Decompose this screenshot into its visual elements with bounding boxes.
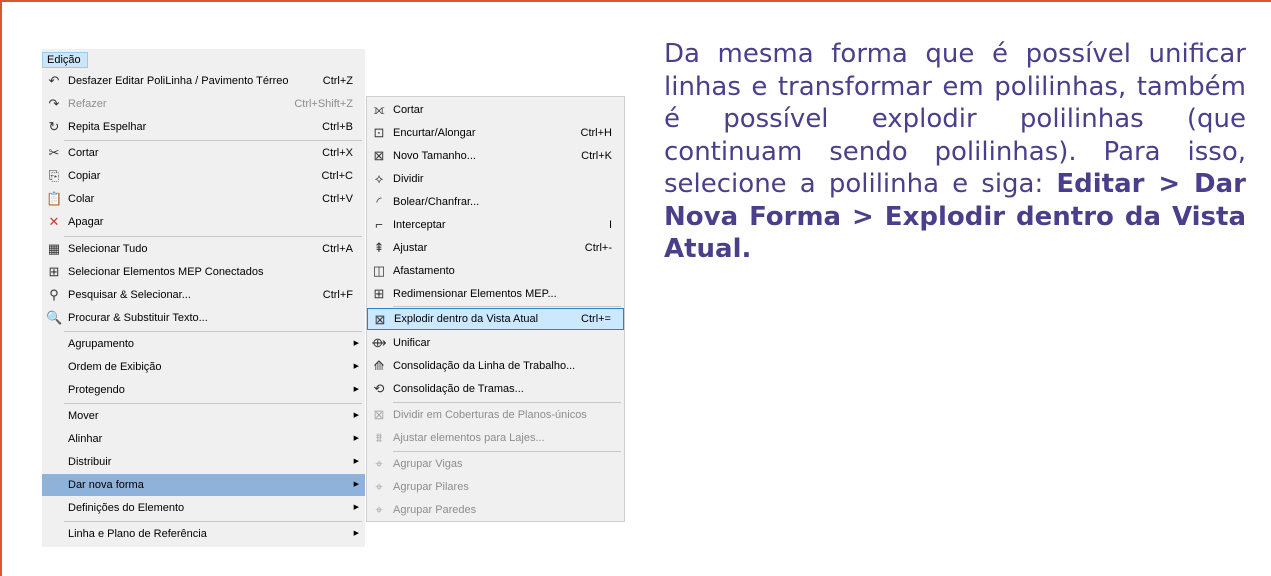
consolidate-fills-icon: ⟲ (373, 381, 385, 396)
submenu-item-explode[interactable]: ⊠ Explodir dentro da Vista Atual Ctrl+= (367, 308, 624, 330)
submenu-item-intersect[interactable]: ⌐ Interceptar I (367, 214, 624, 236)
submenu-item-split-roofs[interactable]: ⊠ Dividir em Coberturas de Planos-únicos (367, 404, 624, 426)
menu-item-cut[interactable]: ✂ Cortar Ctrl+X (42, 142, 365, 164)
submenu-arrow-icon: ▶ (353, 386, 359, 393)
submenu-item-split[interactable]: ⟡ Dividir (367, 168, 624, 190)
clipboard-icon: 📋 (46, 191, 63, 206)
instruction-paragraph: Da mesma forma que é possível unificar l… (664, 38, 1246, 266)
submenu-arrow-icon: ▶ (353, 435, 359, 442)
submenu-item-resize-mep[interactable]: ⊞ Redimensionar Elementos MEP... (367, 283, 624, 305)
submenu-item-consolidate-lines[interactable]: ⟰ Consolidação da Linha de Trabalho... (367, 355, 624, 377)
mep-resize-icon: ⊞ (373, 286, 385, 301)
reshape-submenu: ⟗ Cortar ⊡ Encurtar/Alongar Ctrl+H ⊠ Nov… (366, 96, 625, 522)
menu-item-undo[interactable]: ↶ Desfazer Editar PoliLinha / Pavimento … (42, 70, 365, 92)
submenu-arrow-icon: ▶ (353, 340, 359, 347)
undo-icon: ↶ (48, 73, 60, 88)
resize-icon: ⊠ (373, 148, 385, 163)
separator (64, 521, 362, 522)
submenu-item-merge[interactable]: ⟴ Unificar (367, 332, 624, 354)
submenu-item-group-beams[interactable]: ⌖ Agrupar Vigas (367, 453, 624, 475)
copy-icon: ⎘ (48, 168, 60, 183)
submenu-arrow-icon: ▶ (353, 530, 359, 537)
menu-item-redo[interactable]: ↷ Refazer Ctrl+Shift+Z (42, 93, 365, 115)
split-roofs-icon: ⊠ (373, 407, 385, 422)
repeat-icon: ↻ (48, 119, 60, 134)
columns-icon: ⌖ (375, 479, 383, 494)
redo-icon: ↷ (48, 96, 60, 111)
merge-icon: ⟴ (371, 335, 387, 350)
submenu-item-fillet[interactable]: ◜ Bolear/Chanfrar... (367, 191, 624, 213)
cut-icon: ⟗ (373, 102, 385, 117)
menu-item-distribute[interactable]: Distribuir ▶ (42, 451, 365, 473)
intersect-icon: ⌐ (375, 217, 383, 232)
separator (393, 451, 621, 452)
menu-item-paste[interactable]: 📋 Colar Ctrl+V (42, 188, 365, 210)
separator (64, 331, 362, 332)
submenu-item-consolidate-fills[interactable]: ⟲ Consolidação de Tramas... (367, 378, 624, 400)
menu-item-copy[interactable]: ⎘ Copiar Ctrl+C (42, 165, 365, 187)
menu-item-reference-line[interactable]: Linha e Plano de Referência ▶ (42, 523, 365, 545)
submenu-arrow-icon: ▶ (353, 504, 359, 511)
submenu-arrow-icon: ▶ (353, 412, 359, 419)
adjust-icon: ⇞ (373, 240, 385, 255)
submenu-item-adjust-to-slabs[interactable]: ⩩ Ajustar elementos para Lajes... (367, 427, 624, 449)
select-all-icon: ▦ (47, 241, 61, 256)
submenu-arrow-icon: ▶ (353, 481, 359, 488)
menu-item-grouping[interactable]: Agrupamento ▶ (42, 333, 365, 355)
menu-item-display-order[interactable]: Ordem de Exibição ▶ (42, 356, 365, 378)
menu-item-locking[interactable]: Protegendo ▶ (42, 379, 365, 401)
scissors-icon: ✂ (48, 145, 60, 160)
split-icon: ⟡ (374, 171, 384, 186)
menu-item-find-replace[interactable]: 🔍 Procurar & Substituir Texto... (42, 307, 365, 329)
menu-item-select-all[interactable]: ▦ Selecionar Tudo Ctrl+A (42, 238, 365, 260)
menu-item-align[interactable]: Alinhar ▶ (42, 428, 365, 450)
menu-item-delete[interactable]: ✕ Apagar (42, 211, 365, 233)
fillet-icon: ◜ (376, 194, 382, 209)
separator (64, 236, 362, 237)
submenu-item-adjust[interactable]: ⇞ Ajustar Ctrl+- (367, 237, 624, 259)
submenu-arrow-icon: ▶ (353, 458, 359, 465)
menu-item-element-settings[interactable]: Definições do Elemento ▶ (42, 497, 365, 519)
trim-icon: ⊡ (373, 125, 385, 140)
menu-item-select-mep[interactable]: ⊞ Selecionar Elementos MEP Conectados (42, 261, 365, 283)
find-replace-icon: 🔍 (46, 310, 63, 325)
submenu-item-trim-extend[interactable]: ⊡ Encurtar/Alongar Ctrl+H (367, 122, 624, 144)
menu-item-find-select[interactable]: ⚲ Pesquisar & Selecionar... Ctrl+F (42, 284, 365, 306)
top-border (0, 0, 1271, 2)
menu-item-reshape[interactable]: Dar nova forma ▶ (42, 474, 365, 496)
beams-icon: ⌖ (375, 456, 383, 471)
submenu-item-group-walls[interactable]: ⌖ Agrupar Paredes (367, 499, 624, 521)
left-border (0, 0, 2, 576)
mep-select-icon: ⊞ (48, 264, 60, 279)
submenu-item-resize[interactable]: ⊠ Novo Tamanho... Ctrl+K (367, 145, 624, 167)
submenu-item-group-columns[interactable]: ⌖ Agrupar Pilares (367, 476, 624, 498)
consolidate-lines-icon: ⟰ (373, 358, 385, 373)
separator (64, 140, 362, 141)
explode-icon: ⊠ (374, 312, 386, 327)
edit-menu: Edição ↶ Desfazer Editar PoliLinha / Pav… (42, 49, 365, 547)
offset-icon: ◫ (372, 263, 386, 278)
adjust-slabs-icon: ⩩ (375, 430, 383, 445)
separator (64, 403, 362, 404)
menu-item-move[interactable]: Mover ▶ (42, 405, 365, 427)
walls-icon: ⌖ (375, 502, 383, 517)
separator (393, 402, 621, 403)
delete-x-icon: ✕ (48, 214, 60, 229)
submenu-arrow-icon: ▶ (353, 363, 359, 370)
submenu-item-offset[interactable]: ◫ Afastamento (367, 260, 624, 282)
menu-item-repeat[interactable]: ↻ Repita Espelhar Ctrl+B (42, 116, 365, 138)
submenu-item-cut[interactable]: ⟗ Cortar (367, 99, 624, 121)
find-select-icon: ⚲ (49, 287, 59, 302)
menu-title-edicao[interactable]: Edição (42, 52, 88, 68)
separator (393, 306, 621, 307)
